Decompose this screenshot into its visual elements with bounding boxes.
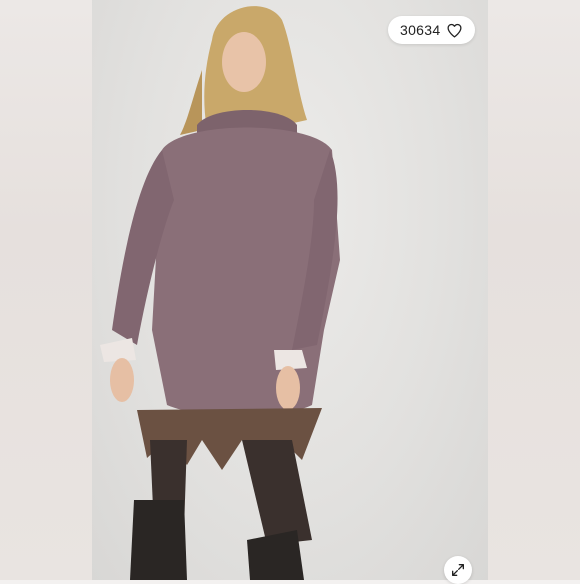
blurred-background-left [0,0,92,580]
like-count: 30634 [400,22,441,38]
blurred-background-right [488,0,580,580]
expand-arrows-icon [452,564,464,576]
model-illustration [100,6,340,580]
product-photo[interactable] [92,0,488,580]
like-button[interactable]: 30634 [388,16,476,44]
heart-outline-icon [447,23,462,38]
